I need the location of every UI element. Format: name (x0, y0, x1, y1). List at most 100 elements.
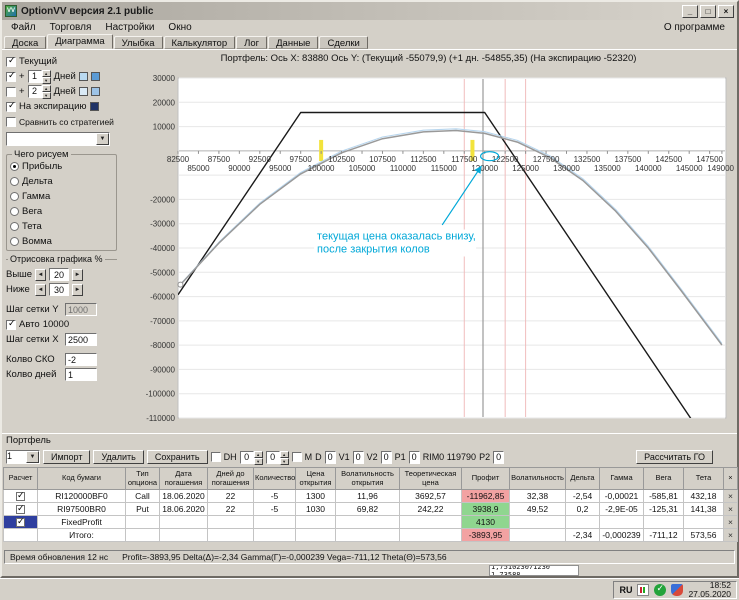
save-button[interactable]: Сохранить (147, 450, 208, 464)
tab-data[interactable]: Данные (268, 36, 318, 49)
row-checkbox[interactable] (16, 492, 25, 501)
plus2-checkbox[interactable] (6, 87, 16, 97)
tab-deals[interactable]: Сделки (319, 36, 367, 49)
auto-step-checkbox[interactable] (6, 320, 16, 330)
column-header[interactable]: Дней до погашения (208, 468, 254, 490)
column-header[interactable]: Тета (684, 468, 724, 490)
table-row[interactable]: RI120000BF0Call18.06.202022-5130011,9636… (4, 490, 738, 503)
draw-option-radio-2[interactable] (10, 192, 19, 201)
dh-stepper-1[interactable]: 0 ▲▼ (240, 451, 263, 464)
plus2-color-swatch-1[interactable] (79, 87, 88, 96)
row-close-button[interactable]: × (724, 490, 738, 503)
import-button[interactable]: Импорт (43, 450, 90, 464)
minimize-button[interactable]: _ (682, 5, 698, 18)
profit-chart[interactable]: 300002000010000-20000-30000-40000-50000-… (120, 66, 737, 433)
column-header[interactable]: Расчет (4, 468, 38, 490)
tab-calculator[interactable]: Калькулятор (164, 36, 236, 49)
above-increase-button[interactable]: ► (72, 269, 83, 281)
spin-up-icon[interactable]: ▲ (280, 451, 289, 458)
calculate-margin-button[interactable]: Рассчитать ГО (636, 450, 713, 464)
p1-field[interactable]: 0 (409, 451, 420, 464)
dh-stepper-2[interactable]: 0 ▲▼ (266, 451, 289, 464)
above-decrease-button[interactable]: ◄ (35, 269, 46, 281)
tray-chart-icon[interactable] (637, 584, 649, 596)
column-header[interactable]: Волатильность (510, 468, 566, 490)
grid-x-step-field[interactable]: 2500 (65, 333, 97, 346)
taskbar[interactable]: RU 18:52 27.05.2020 (0, 578, 739, 600)
cko-field[interactable]: -2 (65, 353, 97, 366)
tray-shield-icon[interactable] (671, 584, 683, 596)
maximize-button[interactable]: □ (700, 5, 716, 18)
spin-down-icon[interactable]: ▼ (254, 458, 263, 465)
days-count-field[interactable]: 1 (65, 368, 97, 381)
menu-window[interactable]: Окно (161, 22, 198, 33)
spin-down-icon[interactable]: ▼ (42, 77, 51, 84)
tray-check-icon[interactable] (654, 584, 666, 596)
expiration-color-swatch[interactable] (90, 102, 99, 111)
row-calc-cell[interactable] (4, 503, 38, 516)
plus1-color-swatch-2[interactable] (91, 72, 100, 81)
column-header[interactable]: Гамма (600, 468, 644, 490)
dh-stepper-2-value[interactable]: 0 (266, 451, 280, 464)
tab-smile[interactable]: Улыбка (114, 36, 163, 49)
preset-select[interactable]: 1 ▼ (6, 450, 40, 464)
plus1-checkbox[interactable] (6, 72, 16, 82)
tray-clock[interactable]: 18:52 27.05.2020 (688, 581, 731, 599)
tab-log[interactable]: Лог (236, 36, 267, 49)
spin-down-icon[interactable]: ▼ (280, 458, 289, 465)
column-header[interactable]: Код бумаги (38, 468, 126, 490)
draw-option-radio-5[interactable] (10, 237, 19, 246)
column-header[interactable]: Тип опциона (126, 468, 160, 490)
m-checkbox[interactable] (292, 452, 302, 462)
chevron-down-icon[interactable]: ▼ (26, 451, 39, 463)
compare-strategy-checkbox[interactable] (6, 117, 16, 127)
plus1-days-value[interactable]: 1 (28, 70, 42, 83)
draw-option-radio-4[interactable] (10, 222, 19, 231)
column-header[interactable]: Вега (644, 468, 684, 490)
column-header[interactable]: Дельта (566, 468, 600, 490)
language-indicator[interactable]: RU (619, 585, 632, 595)
plus2-days-stepper[interactable]: 2 ▲▼ (28, 85, 51, 98)
below-decrease-button[interactable]: ◄ (35, 284, 46, 296)
row-close-button[interactable]: × (724, 503, 738, 516)
title-bar[interactable]: VV OptionVV версия 2.1 public _ □ × (2, 2, 737, 20)
column-header[interactable]: Количество (254, 468, 296, 490)
draw-option-radio-1[interactable] (10, 177, 19, 186)
menu-settings[interactable]: Настройки (98, 22, 161, 33)
menu-file[interactable]: Файл (4, 22, 43, 33)
expiration-checkbox[interactable] (6, 102, 16, 112)
row-close-button[interactable]: × (724, 529, 738, 542)
row-close-button[interactable]: × (724, 516, 738, 529)
column-header[interactable]: × (724, 468, 738, 490)
table-row[interactable]: Итого:-3893,95-2,34-0,000239-711,12573,5… (4, 529, 738, 542)
plus1-color-swatch-1[interactable] (79, 72, 88, 81)
plus1-days-stepper[interactable]: 1 ▲▼ (28, 70, 51, 83)
column-header[interactable]: Волатильность открытия (336, 468, 400, 490)
d-field[interactable]: 0 (325, 451, 336, 464)
spin-up-icon[interactable]: ▲ (254, 451, 263, 458)
column-header[interactable]: Цена открытия (296, 468, 336, 490)
plus2-days-value[interactable]: 2 (28, 85, 42, 98)
row-calc-cell[interactable] (4, 529, 38, 542)
tab-diagram[interactable]: Диаграмма (47, 34, 112, 49)
tab-board[interactable]: Доска (4, 36, 46, 49)
dh-checkbox[interactable] (211, 452, 221, 462)
v2-field[interactable]: 0 (381, 451, 392, 464)
dh-stepper-1-value[interactable]: 0 (240, 451, 254, 464)
table-row[interactable]: FixedProfit4130× (4, 516, 738, 529)
above-value-field[interactable]: 20 (49, 268, 69, 281)
current-checkbox[interactable] (6, 57, 16, 67)
menu-about[interactable]: О программе (657, 22, 735, 33)
draw-option-radio-0[interactable] (10, 162, 19, 171)
v1-field[interactable]: 0 (353, 451, 364, 464)
column-header[interactable]: Дата погашения (160, 468, 208, 490)
below-increase-button[interactable]: ► (72, 284, 83, 296)
spin-down-icon[interactable]: ▼ (42, 92, 51, 99)
close-button[interactable]: × (718, 5, 734, 18)
row-calc-cell[interactable] (4, 490, 38, 503)
column-header[interactable]: Профит (462, 468, 510, 490)
row-calc-cell[interactable] (4, 516, 38, 529)
column-header[interactable]: Теоретическая цена (400, 468, 462, 490)
plus2-color-swatch-2[interactable] (91, 87, 100, 96)
menu-trade[interactable]: Торговля (43, 22, 99, 33)
